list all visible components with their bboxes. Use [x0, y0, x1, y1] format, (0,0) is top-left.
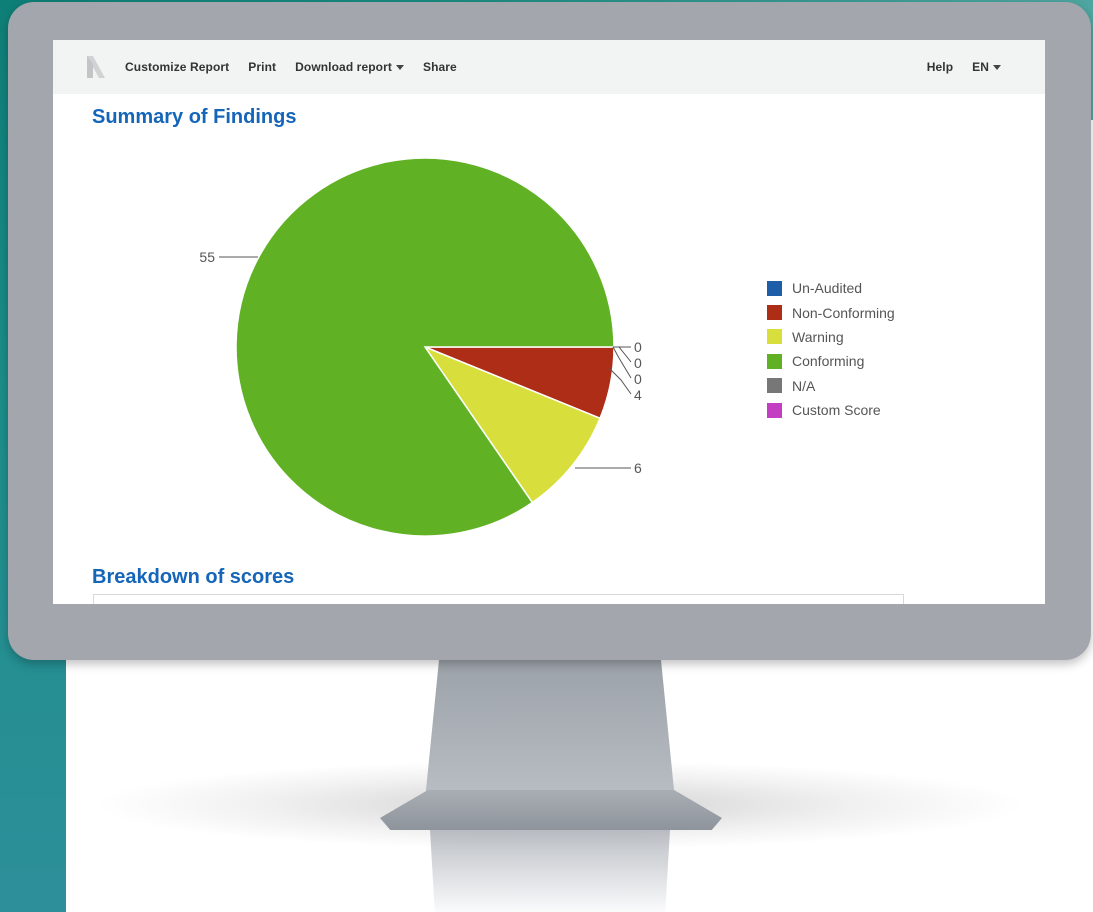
leader-line-zero-3: [612, 346, 632, 379]
legend-item-conforming: Conforming: [767, 349, 895, 373]
legend-label: Non-Conforming: [792, 304, 895, 321]
legend-swatch: [767, 305, 782, 321]
monitor-stand-reflection: [430, 830, 670, 912]
breakdown-table: [93, 594, 904, 604]
legend-item-custom-score: Custom Score: [767, 398, 895, 422]
leader-line-zero-2: [613, 346, 632, 363]
legend-swatch: [767, 378, 782, 394]
data-label-warning: 6: [634, 460, 642, 476]
legend-swatch: [767, 329, 782, 345]
legend-swatch: [767, 280, 782, 296]
breakdown-of-scores-title: Breakdown of scores: [92, 566, 295, 588]
data-label-conforming: 55: [199, 249, 215, 265]
legend-label: Conforming: [792, 353, 865, 370]
legend-label: Warning: [792, 328, 844, 345]
monitor-stand-base: [380, 790, 722, 830]
data-label-zero-1: 0: [634, 339, 642, 355]
legend-label: N/A: [792, 377, 816, 394]
legend-item-warning: Warning: [767, 325, 895, 349]
legend-swatch: [767, 353, 782, 369]
chart-legend: Un-Audited Non-Conforming Warning Conformin…: [767, 276, 895, 422]
data-label-non-conforming: 4: [634, 387, 642, 403]
legend-item-un-audited: Un-Audited: [767, 276, 895, 300]
findings-pie-chart: 5500046: [199, 157, 642, 537]
legend-label: Custom Score: [792, 402, 881, 419]
report-screen: Customize Report Print Download report S…: [53, 40, 1045, 604]
data-label-zero-3: 0: [634, 371, 642, 387]
legend-item-non-conforming: Non-Conforming: [767, 300, 895, 324]
legend-item-na: N/A: [767, 374, 895, 398]
data-label-zero-2: 0: [634, 355, 642, 371]
legend-swatch: [767, 402, 782, 418]
legend-label: Un-Audited: [792, 280, 863, 297]
monitor-stand-neck: [425, 650, 675, 800]
